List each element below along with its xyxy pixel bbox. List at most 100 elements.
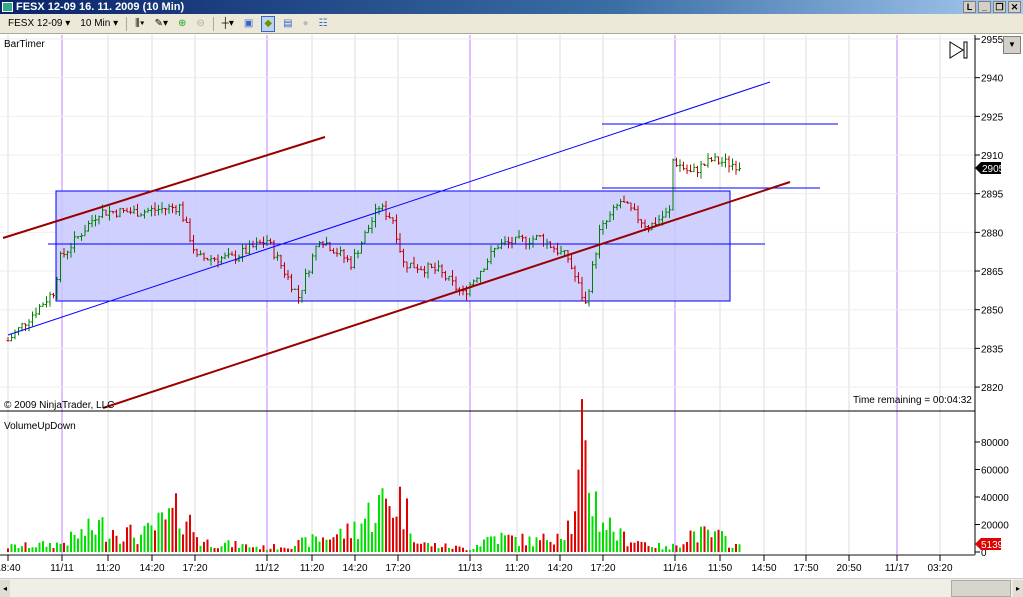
- volume-bar: [647, 546, 650, 552]
- volume-bar: [378, 494, 380, 552]
- volume-bar: [577, 469, 580, 552]
- volume-bar: [542, 533, 545, 552]
- volume-bar: [525, 545, 527, 552]
- volume-bar: [105, 541, 107, 552]
- volume-bar: [77, 538, 79, 552]
- volume-bar: [665, 546, 667, 552]
- price-bar: [731, 158, 734, 171]
- price-bar: [710, 156, 713, 163]
- volume-bar: [329, 539, 331, 552]
- volume-bar: [290, 549, 293, 552]
- volume-bar: [80, 529, 83, 552]
- volume-bar: [56, 542, 58, 552]
- volume-bar: [458, 546, 461, 552]
- volume-bar: [637, 541, 639, 552]
- volume-bar: [682, 544, 685, 552]
- volume-bar: [738, 544, 741, 552]
- volume-bar: [511, 535, 513, 552]
- y-tick-label: 2835: [981, 344, 1004, 355]
- volume-bar: [234, 541, 237, 552]
- volume-bar: [640, 541, 643, 552]
- volume-bar: [31, 547, 34, 552]
- volume-bar: [280, 547, 282, 552]
- volume-bar: [353, 521, 356, 552]
- volume-bar: [388, 506, 391, 552]
- chart-area[interactable]: BarTimer © 2009 NinjaTrader, LLC Time re…: [0, 0, 1023, 578]
- volume-bar: [136, 544, 139, 552]
- volume-bar: [451, 548, 454, 552]
- volume-bar: [308, 546, 310, 552]
- volume-bar: [294, 546, 296, 552]
- volume-bar: [150, 525, 153, 552]
- x-tick-label: 11:50: [708, 563, 733, 574]
- volume-bar: [616, 540, 618, 552]
- x-tick-label: 03:20: [927, 563, 952, 574]
- volume-bar: [70, 531, 72, 552]
- scroll-left-arrow[interactable]: ◂: [0, 580, 10, 597]
- last-price-value: 2905: [982, 164, 1005, 175]
- volume-bar: [504, 535, 506, 552]
- price-bar: [6, 337, 10, 342]
- volume-bar: [94, 534, 97, 552]
- volume-bar: [686, 542, 688, 552]
- volume-bar: [672, 543, 674, 552]
- copyright-label: © 2009 NinjaTrader, LLC: [4, 400, 114, 411]
- last-price-marker: 2905: [975, 162, 1005, 175]
- price-bar: [685, 164, 689, 175]
- volume-bar: [465, 550, 468, 552]
- volume-bar: [126, 527, 128, 552]
- scroll-thumb[interactable]: [951, 580, 1011, 597]
- volume-bar: [42, 541, 44, 552]
- volume-bar: [661, 549, 664, 552]
- volume-bar: [343, 538, 345, 552]
- volume-bar: [129, 524, 132, 552]
- volume-bar: [721, 531, 723, 552]
- volume-bar: [374, 522, 377, 552]
- price-bar: [31, 311, 34, 327]
- x-tick-label: 17:20: [590, 563, 615, 574]
- volume-bar: [476, 544, 478, 552]
- price-bar: [41, 302, 45, 307]
- volume-bar: [161, 512, 163, 552]
- volume-bar: [315, 536, 317, 552]
- volume-bar: [717, 529, 720, 552]
- volume-bar: [199, 545, 202, 552]
- volume-bar: [514, 536, 517, 552]
- volume-bar: [297, 540, 300, 552]
- price-bar: [696, 165, 699, 177]
- horizontal-scrollbar[interactable]: ◂ ▸: [0, 578, 1023, 597]
- price-bar: [13, 329, 17, 340]
- volume-bar: [7, 548, 9, 552]
- bartimer-label: BarTimer: [4, 39, 45, 50]
- volume-bar: [241, 543, 244, 552]
- volume-bar: [623, 531, 625, 552]
- volume-bar: [455, 545, 457, 552]
- volume-bar: [546, 540, 548, 552]
- volume-bar: [535, 537, 538, 552]
- volume-bar: [651, 547, 653, 552]
- x-tick-label: 14:20: [342, 563, 367, 574]
- y-tick-label: 2850: [981, 306, 1004, 317]
- volume-bar: [283, 547, 286, 552]
- price-bar: [692, 163, 696, 173]
- volume-bar: [164, 519, 167, 552]
- volume-bar: [444, 543, 447, 552]
- volume-bar: [185, 521, 188, 552]
- volume-bar: [735, 544, 737, 552]
- scroll-right-arrow[interactable]: ▸: [1013, 580, 1023, 597]
- volume-bar: [528, 536, 531, 552]
- x-tick-label: 11/16: [663, 563, 688, 574]
- volume-bar: [724, 536, 727, 552]
- volume-bar: [220, 546, 223, 552]
- volume-bar: [693, 531, 695, 552]
- volume-bar: [38, 542, 41, 552]
- volume-bar: [612, 531, 615, 552]
- volume-bar: [17, 548, 20, 552]
- volume-bar: [192, 532, 195, 552]
- volume-bar: [311, 534, 314, 552]
- volume-bar: [245, 544, 247, 552]
- play-icon[interactable]: [949, 41, 968, 59]
- volume-bar: [301, 537, 303, 552]
- volume-bar: [189, 514, 191, 552]
- volume-bar: [703, 526, 706, 552]
